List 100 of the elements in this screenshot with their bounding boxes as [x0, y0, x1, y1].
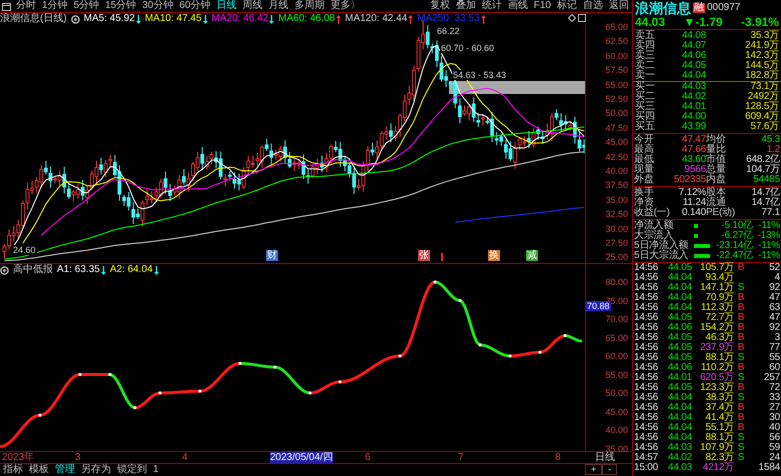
tick-count: 72 — [768, 383, 780, 393]
price-change: ▼-1.79 — [683, 16, 723, 29]
tick-price: 44.04 — [666, 403, 692, 413]
square-icon[interactable] — [578, 14, 586, 22]
price-axis-label: 45.00 — [604, 137, 629, 148]
stat-value: 7.12% — [678, 188, 706, 198]
tick-count: 33 — [768, 393, 780, 403]
tick-volume: 37.4万 — [704, 403, 734, 413]
zoom-button[interactable]: + — [585, 464, 602, 475]
stat-value: 9566 — [684, 165, 706, 175]
event-tag[interactable]: 张 — [418, 250, 430, 261]
period-tab[interactable]: 60分钟 — [176, 0, 214, 12]
date-axis-label: 6 — [365, 452, 371, 463]
price-axis-label: 57.50 — [604, 65, 629, 76]
tick-price: 44.05 — [666, 383, 692, 393]
stat-label: 收益(一) — [634, 208, 671, 218]
indicator-value: A2: 64.04 — [110, 264, 153, 276]
indicator-dot — [434, 280, 436, 284]
tick-price: 44.04 — [666, 433, 692, 443]
date-axis-label: 2023/05/04/四 — [270, 452, 333, 463]
toolbar-button[interactable]: 自选 — [580, 0, 606, 12]
calendar-icon[interactable] — [2, 2, 11, 10]
toolbar-button[interactable]: 画线 — [504, 0, 531, 12]
flow-label: 5日大宗流入 — [634, 251, 690, 261]
tick-count: 30 — [768, 413, 780, 423]
event-tag[interactable]: 财 — [266, 250, 278, 261]
period-tab[interactable]: 周线 — [240, 0, 266, 12]
tick-price: 44.04 — [666, 393, 692, 403]
period-tab[interactable]: 15分钟 — [102, 0, 140, 12]
order-level-label: 买二 — [635, 92, 656, 102]
order-volume: 241.9万 — [744, 41, 779, 51]
price-axis-label: 52.50 — [604, 94, 629, 104]
tick-side: S — [736, 393, 746, 403]
period-tab[interactable]: 日线 — [214, 0, 240, 12]
tick-side: B — [736, 363, 746, 373]
tick-volume: 38.3万 — [704, 393, 734, 403]
tick-count: 47 — [768, 293, 780, 303]
tick-time: 14:56 — [634, 433, 660, 443]
period-tab[interactable]: 多周期 — [292, 0, 328, 12]
order-level-label: 卖五 — [635, 31, 656, 41]
settings-icon[interactable] — [70, 14, 80, 24]
order-price: 44.00 — [680, 112, 708, 122]
bottom-tab[interactable]: 模板 — [26, 464, 52, 475]
period-tab[interactable]: 分时 — [13, 0, 39, 12]
order-level-label: 卖二 — [635, 61, 656, 71]
bottom-tab[interactable]: 锁定到 — [114, 464, 150, 475]
stat-label: 净资 — [634, 198, 654, 208]
period-tab[interactable]: 更多〉 — [328, 0, 364, 12]
bottom-tab[interactable]: 指标 — [0, 464, 26, 475]
order-price: 44.06 — [680, 51, 708, 61]
toolbar-button[interactable]: 标记 — [554, 0, 580, 12]
period-tab[interactable]: 1分钟 — [39, 0, 71, 12]
flow-label: 大宗流入 — [634, 231, 674, 241]
indicator-dot — [478, 343, 482, 346]
price-axis-label: 65.00 — [604, 22, 629, 32]
stat-label: 现量 — [634, 165, 655, 175]
stat-label: 今开 — [634, 135, 655, 145]
zoom-button[interactable]: - — [602, 464, 618, 475]
stat-value: 54485 — [752, 175, 780, 185]
stat-value: 1.2 — [766, 145, 780, 155]
tick-volume: 237.9万 — [699, 343, 734, 353]
tick-time: 14:56 — [634, 263, 660, 273]
flow-value: -5.10亿 — [720, 221, 753, 231]
period-tab[interactable]: 月线 — [266, 0, 292, 12]
toolbar-button[interactable]: 叠加 — [452, 0, 479, 12]
tick-count: 59 — [768, 443, 780, 453]
indicator-axis-label: 45.00 — [604, 406, 629, 416]
tick-price: 44.04 — [666, 273, 692, 283]
period-tab[interactable]: 5分钟 — [70, 0, 102, 12]
stock-name: 浪潮信息 — [635, 0, 691, 16]
tick-volume: 154.2万 — [699, 323, 734, 333]
stat-label: 外盘 — [634, 175, 655, 185]
toolbar-button[interactable]: F10 — [530, 0, 554, 12]
tick-count: 56 — [768, 433, 780, 443]
tick-volume: 55.1万 — [704, 423, 734, 433]
order-price: 44.04 — [680, 71, 708, 81]
toolbar-button[interactable]: 返回 — [606, 0, 632, 12]
tick-price: 44.01 — [666, 373, 692, 383]
order-level-label: 卖一 — [635, 71, 656, 81]
bottom-tab[interactable]: 1 — [150, 464, 162, 475]
tick-side: B — [736, 323, 746, 333]
bottom-tab[interactable]: 另存为 — [78, 464, 114, 475]
period-tab[interactable]: 30分钟 — [139, 0, 176, 12]
tick-price: 44.04 — [666, 303, 692, 313]
indicator-dot — [564, 334, 566, 338]
stat-value: 47.66 — [680, 145, 706, 155]
settings-icon[interactable] — [0, 266, 9, 274]
stat-label: 总量 — [706, 165, 727, 175]
indicator-dot — [238, 362, 242, 365]
tick-price: 44.04 — [666, 423, 692, 433]
price-annotation: 60.70 - 60.60 — [440, 43, 496, 53]
bottom-tab[interactable]: 管理 — [52, 464, 78, 475]
moving-average-value: MA250: 33.53 — [417, 13, 480, 25]
flow-percent: -11% — [757, 251, 780, 261]
toolbar-button[interactable]: 复权 — [426, 0, 453, 12]
order-level-label: 买五 — [635, 122, 656, 132]
order-volume: 2492万 — [748, 92, 779, 102]
indicator-axis-label: 65.00 — [604, 332, 629, 342]
diamond-icon[interactable] — [568, 14, 576, 22]
flow-label: 5日净流入额 — [634, 241, 690, 251]
